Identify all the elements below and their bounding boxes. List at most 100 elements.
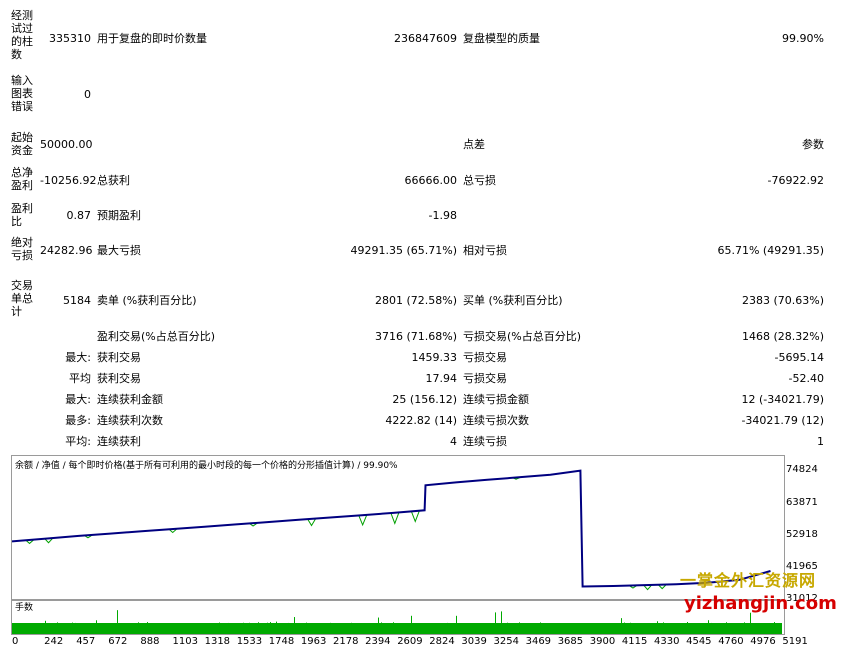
profit-trades-label: 盈利交易(%占总百分比) bbox=[97, 330, 216, 343]
row-right-label: 亏损交易 bbox=[463, 372, 507, 385]
volume-bar bbox=[774, 622, 775, 634]
rel-drawdown-label: 相对亏损 bbox=[463, 244, 507, 257]
volume-bar bbox=[669, 626, 670, 634]
volume-bar bbox=[417, 625, 418, 634]
volume-bar bbox=[408, 625, 409, 634]
volume-bar bbox=[747, 627, 748, 634]
volume-bar bbox=[177, 629, 178, 634]
x-tick: 2178 bbox=[333, 636, 359, 647]
volume-bar bbox=[567, 624, 568, 634]
volume-bar bbox=[600, 627, 601, 634]
quality-label: 复盘模型的质量 bbox=[463, 32, 540, 45]
volume-bar bbox=[396, 627, 397, 634]
volume-bar bbox=[225, 627, 226, 634]
abs-drawdown-value: 24282.96 bbox=[40, 244, 93, 257]
volume-bar bbox=[303, 625, 304, 634]
volume-bar bbox=[48, 623, 49, 634]
volume-bar bbox=[588, 624, 589, 634]
volume-bar bbox=[252, 626, 253, 634]
volume-bar bbox=[144, 626, 145, 634]
volume-bar bbox=[591, 624, 592, 634]
volume-bar bbox=[399, 628, 400, 634]
volume-bar bbox=[504, 623, 505, 634]
volume-bar bbox=[351, 622, 352, 634]
volume-bar bbox=[651, 626, 652, 634]
volume-bar bbox=[339, 626, 340, 634]
total-trades-label: 交易单总计 bbox=[11, 279, 33, 318]
expected-payoff-value: -1.98 bbox=[428, 209, 457, 222]
volume-bar bbox=[576, 626, 577, 634]
volume-bar bbox=[642, 625, 643, 634]
row-right-value: 12 (-34021.79) bbox=[741, 393, 824, 406]
volume-bar bbox=[585, 628, 586, 634]
volume-bar bbox=[684, 628, 685, 634]
volume-bar bbox=[153, 626, 154, 634]
volume-bar bbox=[426, 625, 427, 634]
volume-bar bbox=[498, 628, 499, 634]
volume-bar bbox=[495, 612, 496, 634]
x-tick: 3254 bbox=[493, 636, 519, 647]
equity-dip bbox=[390, 512, 400, 525]
bars-value: 335310 bbox=[49, 32, 91, 45]
volume-bar bbox=[609, 626, 610, 634]
volume-bar bbox=[573, 627, 574, 634]
volume-bar bbox=[780, 626, 781, 634]
volume-bar bbox=[726, 622, 727, 634]
row-left-value: 4 bbox=[450, 435, 457, 448]
volume-bar bbox=[654, 625, 655, 634]
volume-bar bbox=[552, 627, 553, 634]
volume-bar bbox=[141, 627, 142, 634]
volume-bar bbox=[96, 620, 97, 634]
volume-bar bbox=[756, 624, 757, 634]
volume-bar bbox=[513, 629, 514, 634]
volume-bar bbox=[486, 629, 487, 634]
volume-bar bbox=[420, 629, 421, 634]
volume-bar bbox=[564, 624, 565, 634]
row-left-value: 4222.82 (14) bbox=[385, 414, 457, 427]
volume-bar bbox=[54, 624, 55, 634]
volume-bar bbox=[63, 627, 64, 634]
volume-bar bbox=[720, 625, 721, 634]
volume-bar bbox=[750, 612, 751, 634]
volume-bar bbox=[330, 622, 331, 634]
spread-value: 参数 bbox=[802, 138, 824, 151]
x-tick: 3469 bbox=[525, 636, 552, 647]
volume-bar bbox=[222, 624, 223, 634]
volume-bar bbox=[621, 618, 622, 634]
profit-factor-value: 0.87 bbox=[66, 209, 92, 222]
row-right-value: -5695.14 bbox=[774, 351, 824, 364]
volume-bar bbox=[516, 627, 517, 634]
volume-bar bbox=[321, 625, 322, 634]
volume-bar bbox=[366, 625, 367, 634]
volume-bar bbox=[33, 626, 34, 634]
volume-bar bbox=[708, 620, 709, 634]
balance-line bbox=[11, 469, 771, 588]
volume-bar bbox=[159, 627, 160, 634]
volume-bar bbox=[165, 624, 166, 634]
rel-drawdown-value: 65.71% (49291.35) bbox=[717, 244, 824, 257]
volume-bar bbox=[558, 623, 559, 634]
volume-bar bbox=[249, 622, 250, 634]
gross-profit-value: 66666.00 bbox=[404, 174, 458, 187]
volume-bar bbox=[714, 624, 715, 634]
volume-bar bbox=[414, 627, 415, 634]
volume-bar bbox=[243, 622, 244, 634]
volume-bar bbox=[372, 624, 373, 634]
volume-bar bbox=[696, 629, 697, 634]
gross-profit-label: 总获利 bbox=[97, 174, 130, 187]
x-tick: 3685 bbox=[557, 636, 584, 647]
long-positions-label: 买单 (%获利百分比) bbox=[463, 294, 563, 307]
volume-bar bbox=[636, 626, 637, 634]
volume-bar bbox=[723, 625, 724, 634]
volume-bar bbox=[687, 622, 688, 634]
row-left-label: 获利交易 bbox=[97, 351, 141, 364]
volume-bar bbox=[267, 622, 268, 634]
volume-bar bbox=[237, 625, 238, 634]
row-left-value: 1459.33 bbox=[411, 351, 458, 364]
volume-bar bbox=[768, 624, 769, 634]
volume-bar bbox=[105, 626, 106, 634]
volume-bar bbox=[162, 628, 163, 634]
row-right-value: -52.40 bbox=[788, 372, 824, 385]
volume-bar bbox=[471, 625, 472, 634]
expected-payoff-label: 预期盈利 bbox=[97, 209, 141, 222]
